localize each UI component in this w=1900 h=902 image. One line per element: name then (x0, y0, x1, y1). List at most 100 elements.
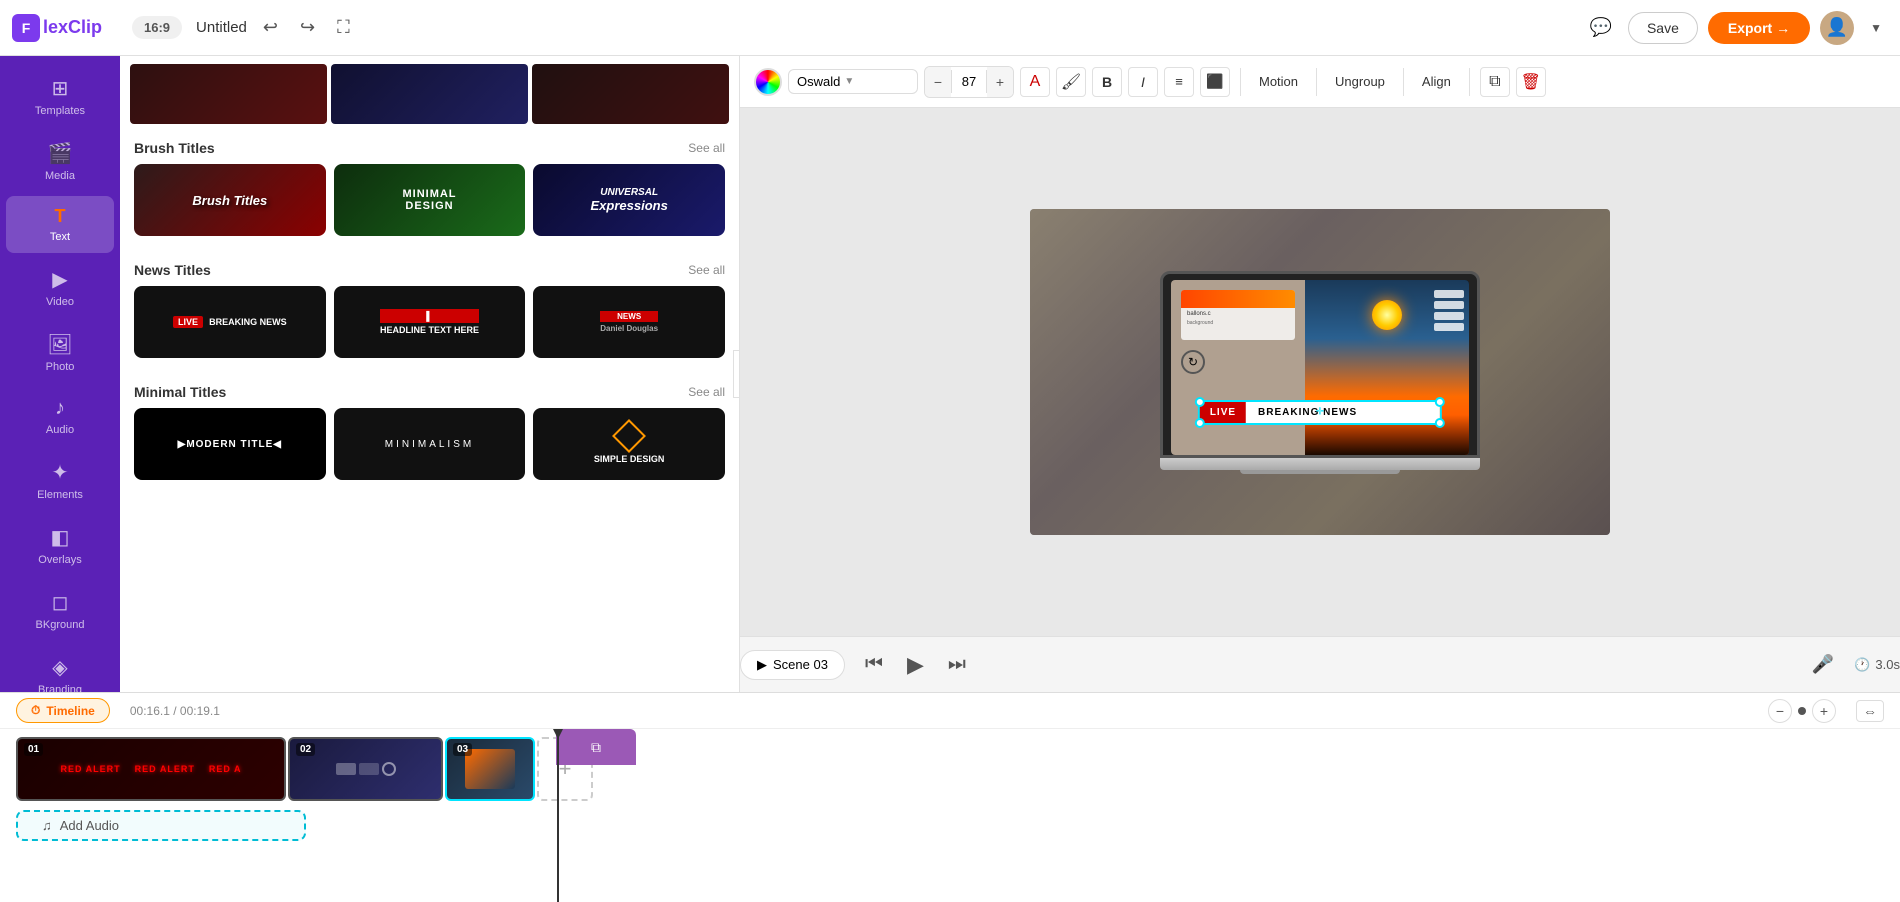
clip-03-number: 03 (453, 743, 472, 756)
template-minimal-1[interactable]: ▶MODERN TITLE◀ (134, 408, 326, 480)
timeline-time-display: 00:16.1 / 00:19.1 (130, 704, 220, 718)
timeline-scrubber[interactable] (557, 729, 559, 902)
sidebar-item-branding[interactable]: ◈ Branding (6, 645, 114, 692)
app-logo: F lexClip (12, 14, 122, 42)
zoom-indicator (1798, 707, 1806, 715)
highlight-color-button[interactable]: 🖌 (1056, 67, 1086, 97)
audio-track: ♫ Add Audio (16, 807, 1884, 843)
minimal-titles-label: Minimal Titles (134, 384, 226, 400)
copy-icon: ⧉ (591, 739, 601, 756)
layers-button[interactable]: ⧉ (1480, 67, 1510, 97)
sidebar-item-overlays[interactable]: ◧ Overlays (6, 515, 114, 576)
sidebar-item-text[interactable]: T Text (6, 196, 114, 253)
minimal-titles-grid: ▶MODERN TITLE◀ MINIMALISM SIMPLE DESIGN (120, 408, 739, 494)
account-dropdown-button[interactable]: ▼ (1864, 15, 1888, 41)
screen-left-panel: ballons.c background ↻ (1171, 280, 1305, 455)
screen-ui-card: ballons.c background (1181, 290, 1295, 340)
template-brush-2[interactable]: MINIMALDESIGN (334, 164, 526, 236)
user-avatar[interactable]: 👤 (1820, 11, 1854, 45)
sidebar-item-photo[interactable]: 🖼 Photo (6, 322, 114, 383)
news-titles-label: News Titles (134, 262, 211, 278)
chat-button[interactable]: 💬 (1584, 11, 1618, 44)
color-wheel[interactable] (754, 68, 782, 96)
template-brush-3[interactable]: UNIVERSALExpressions (533, 164, 725, 236)
clip-01[interactable]: 01 RED ALERT RED ALERT RED A (16, 737, 286, 801)
template-minimal-3[interactable]: SIMPLE DESIGN (533, 408, 725, 480)
template-news-1[interactable]: LIVE BREAKING NEWS (134, 286, 326, 358)
handle-tl[interactable] (1195, 397, 1205, 407)
sidebar-item-bkground[interactable]: ◻ BKground (6, 580, 114, 641)
line-height-button[interactable]: ≡ (1164, 67, 1194, 97)
breaking-news-element[interactable]: ✛ LIVE BREAKING NEWS (1198, 400, 1442, 425)
template-minimal-2[interactable]: MINIMALISM (334, 408, 526, 480)
scene-label: Scene 03 (773, 657, 828, 672)
sidebar-item-video[interactable]: ▶ Video (6, 257, 114, 318)
clip-03[interactable]: 03 (445, 737, 535, 801)
news-titles-grid: LIVE BREAKING NEWS ▌ HEADLINE TEXT HERE … (120, 286, 739, 372)
brush-titles-header: Brush Titles See all (120, 128, 739, 164)
template-brush-1-text: Brush Titles (188, 189, 271, 212)
screen-rotate-icon: ↻ (1181, 350, 1295, 374)
sidebar-item-templates[interactable]: ⊞ Templates (6, 66, 114, 127)
play-button[interactable]: ▶ (903, 648, 928, 682)
fullscreen-button[interactable]: ⛶ (331, 11, 356, 44)
font-size-input[interactable] (951, 70, 987, 93)
font-name: Oswald (797, 74, 840, 89)
brush-titles-label: Brush Titles (134, 140, 215, 156)
panel-thumb-2 (331, 64, 528, 124)
timeline-tab[interactable]: ⏱ Timeline (16, 698, 110, 723)
save-button[interactable]: Save (1628, 12, 1698, 44)
brush-titles-see-all[interactable]: See all (688, 141, 725, 155)
time-total: 00:19.1 (180, 704, 220, 718)
font-select[interactable]: Oswald ▼ (788, 69, 918, 94)
timeline-area: ⏱ Timeline 00:16.1 / 00:19.1 − + ⇔ ⧉ (0, 692, 1900, 902)
sidebar-label-media: Media (45, 170, 75, 182)
bold-button[interactable]: B (1092, 67, 1122, 97)
skip-forward-button[interactable]: ⏭ (944, 649, 970, 680)
laptop: ballons.c background ↻ (1160, 271, 1480, 474)
template-brush-1[interactable]: Brush Titles (134, 164, 326, 236)
align-label[interactable]: Align (1414, 70, 1459, 93)
sidebar-item-audio[interactable]: ♪ Audio (6, 387, 114, 446)
template-news-3[interactable]: NEWS Daniel Douglas (533, 286, 725, 358)
toolbar-divider-4 (1469, 68, 1470, 96)
sidebar-label-video: Video (46, 296, 74, 308)
template-minimal-1-text: ▶MODERN TITLE◀ (174, 435, 286, 454)
font-size-decrease-button[interactable]: − (925, 67, 951, 97)
zoom-out-button[interactable]: − (1768, 699, 1792, 723)
timeline-expand-button[interactable]: ⇔ (1856, 700, 1884, 722)
italic-button[interactable]: I (1128, 67, 1158, 97)
text-bg-button[interactable]: ⬛ (1200, 67, 1230, 97)
mic-button[interactable]: 🎤 (1808, 650, 1838, 679)
add-audio-button[interactable]: ♫ Add Audio (16, 810, 306, 841)
handle-bl[interactable] (1195, 418, 1205, 428)
redo-button[interactable]: ↪ (294, 11, 321, 44)
panel-collapse-button[interactable]: ‹ (733, 350, 740, 398)
clip-floating-panel[interactable]: ⧉ (556, 729, 636, 765)
scene-selector[interactable]: ▶ Scene 03 (740, 650, 845, 680)
clip-02[interactable]: 02 (288, 737, 443, 801)
zoom-in-button[interactable]: + (1812, 699, 1836, 723)
sidebar-item-media[interactable]: 🎬 Media (6, 131, 114, 192)
minimal-titles-see-all[interactable]: See all (688, 385, 725, 399)
motion-label[interactable]: Motion (1251, 70, 1306, 93)
main-layout: ⊞ Templates 🎬 Media T Text ▶ Video 🖼 Pho… (0, 56, 1900, 692)
export-button[interactable]: Export → (1708, 12, 1810, 44)
sidebar-label-text: Text (50, 231, 70, 243)
template-news-2[interactable]: ▌ HEADLINE TEXT HERE (334, 286, 526, 358)
panel-thumbnails-row (120, 56, 739, 128)
undo-button[interactable]: ↩ (257, 11, 284, 44)
text-color-button[interactable]: A (1020, 67, 1050, 97)
font-size-control: − + (924, 66, 1014, 98)
sidebar-item-elements[interactable]: ✦ Elements (6, 450, 114, 511)
news-titles-see-all[interactable]: See all (688, 263, 725, 277)
delete-button[interactable]: 🗑 (1516, 67, 1546, 97)
font-size-increase-button[interactable]: + (987, 67, 1013, 97)
aspect-ratio-badge[interactable]: 16:9 (132, 16, 182, 39)
canvas-container[interactable]: ballons.c background ↻ (740, 108, 1900, 636)
sidebar-label-branding: Branding (38, 684, 82, 692)
project-title[interactable]: Untitled (196, 19, 247, 36)
ungroup-label[interactable]: Ungroup (1327, 70, 1393, 93)
skip-back-button[interactable]: ⏮ (861, 649, 887, 680)
clip-02-number: 02 (296, 743, 315, 756)
